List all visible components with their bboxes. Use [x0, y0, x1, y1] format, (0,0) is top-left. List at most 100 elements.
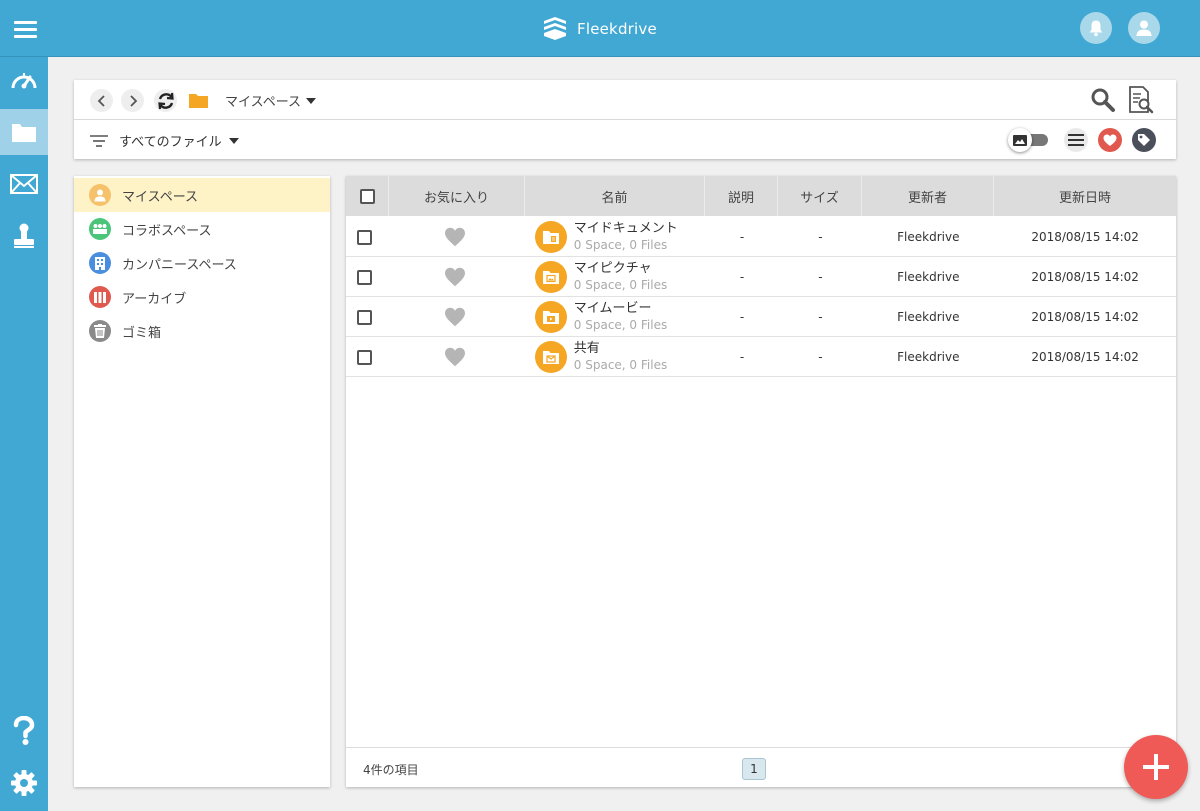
updater-cell: Fleekdrive	[897, 270, 960, 284]
notification-button[interactable]	[1080, 12, 1112, 44]
updated-cell: 2018/08/15 14:02	[1031, 270, 1139, 284]
column-size[interactable]: サイズ	[778, 176, 862, 216]
group-icon	[89, 218, 111, 240]
space-sidebar: マイスペース コラボスペース カンパニースペース アーカイブ ゴミ箱	[74, 176, 330, 787]
filter-dropdown[interactable]: すべてのファイル	[119, 131, 239, 150]
select-all-cell	[346, 176, 389, 216]
mail-icon	[10, 174, 38, 194]
rail-settings[interactable]	[0, 760, 48, 806]
updater-cell: Fleekdrive	[897, 230, 960, 244]
user-icon	[89, 184, 111, 206]
sidebar-item-archive[interactable]: アーカイブ	[74, 280, 330, 314]
column-favorite[interactable]: お気に入り	[389, 176, 525, 216]
bell-icon	[1089, 20, 1103, 37]
caret-down-icon	[306, 97, 317, 104]
file-name[interactable]: マイピクチャ	[574, 261, 667, 277]
row-checkbox-cell	[346, 337, 383, 377]
sidebar-item-myspace[interactable]: マイスペース	[74, 178, 330, 212]
heart-icon[interactable]	[444, 267, 466, 287]
rail-files[interactable]	[0, 109, 48, 155]
toolbar: マイスペース すべてのファイル	[74, 80, 1176, 159]
file-name[interactable]: マイドキュメント	[574, 221, 678, 237]
favorite-cell	[383, 257, 528, 297]
row-checkbox[interactable]	[356, 269, 372, 285]
heart-icon[interactable]	[444, 227, 466, 247]
filter-icon	[90, 135, 108, 147]
file-meta: 0 Space, 0 Files	[573, 238, 668, 252]
trash-icon	[89, 320, 111, 342]
heart-icon	[1103, 134, 1117, 146]
sidebar-item-trash[interactable]: ゴミ箱	[74, 314, 330, 348]
forward-button[interactable]	[121, 89, 144, 112]
rail-stamp[interactable]	[0, 213, 48, 259]
row-checkbox[interactable]	[356, 229, 372, 245]
row-checkbox-cell	[346, 257, 383, 297]
picture-folder-icon[interactable]	[534, 261, 567, 293]
table-row[interactable]: マイピクチャ 0 Space, 0 Files - - Fleekdrive 2…	[346, 257, 1176, 297]
breadcrumb-current[interactable]: マイスペース	[225, 91, 317, 110]
table-footer: 4件の項目 1	[346, 747, 1176, 787]
building-icon	[89, 252, 111, 274]
table-row[interactable]: 共有 0 Space, 0 Files - - Fleekdrive 2018/…	[346, 337, 1176, 377]
select-all-checkbox[interactable]	[359, 188, 375, 204]
back-button[interactable]	[90, 89, 113, 112]
user-menu-button[interactable]	[1128, 12, 1160, 44]
list-view-button[interactable]	[1064, 128, 1088, 152]
row-checkbox-cell	[346, 297, 383, 337]
column-description[interactable]: 説明	[705, 176, 778, 216]
image-icon	[1013, 134, 1027, 146]
heart-icon[interactable]	[444, 307, 466, 327]
row-checkbox[interactable]	[356, 309, 372, 325]
column-name[interactable]: 名前	[525, 176, 705, 216]
movie-folder-icon[interactable]	[534, 301, 567, 333]
size-cell: -	[818, 230, 823, 244]
document-search-icon[interactable]	[1128, 86, 1154, 114]
updated-cell: 2018/08/15 14:02	[1031, 350, 1139, 364]
file-name[interactable]: 共有	[574, 341, 667, 357]
row-checkbox-cell	[346, 217, 383, 257]
heart-icon[interactable]	[444, 347, 466, 367]
name-cell: マイドキュメント 0 Space, 0 Files	[528, 217, 706, 257]
shared-folder-icon[interactable]	[534, 341, 567, 373]
description-cell: -	[739, 310, 745, 324]
file-meta: 0 Space, 0 Files	[573, 318, 668, 332]
updated-cell: 2018/08/15 14:02	[1031, 310, 1139, 324]
sidebar-item-collab[interactable]: コラボスペース	[74, 212, 330, 246]
favorite-filter-button[interactable]	[1098, 128, 1122, 152]
thumbnail-toggle[interactable]	[1008, 128, 1052, 152]
refresh-button[interactable]	[154, 89, 177, 112]
user-icon	[1136, 20, 1152, 36]
table-row[interactable]: マイドキュメント 0 Space, 0 Files - - Fleekdrive…	[346, 217, 1176, 257]
refresh-icon	[157, 92, 174, 109]
sidebar-item-company[interactable]: カンパニースペース	[74, 246, 330, 280]
document-folder-icon[interactable]	[534, 221, 567, 253]
rail-help[interactable]	[0, 708, 48, 754]
updated-cell: 2018/08/15 14:02	[1031, 230, 1139, 244]
folder-icon	[189, 94, 208, 108]
chevron-left-icon	[97, 94, 105, 107]
tag-filter-button[interactable]	[1132, 128, 1156, 152]
table-header: お気に入り 名前 説明 サイズ 更新者 更新日時	[346, 176, 1176, 216]
column-updated[interactable]: 更新日時	[994, 176, 1176, 216]
page-button[interactable]: 1	[742, 758, 766, 780]
name-cell: マイピクチャ 0 Space, 0 Files	[528, 257, 706, 297]
file-name[interactable]: マイムービー	[574, 301, 667, 317]
rail-mail[interactable]	[0, 161, 48, 207]
tag-icon	[1138, 134, 1150, 146]
archive-icon	[89, 286, 111, 308]
sidebar-item-label: ゴミ箱	[122, 325, 162, 341]
file-table: お気に入り 名前 説明 サイズ 更新者 更新日時 マイドキュメント 0 Spac…	[346, 176, 1176, 787]
menu-icon[interactable]	[14, 21, 37, 38]
add-button[interactable]	[1124, 735, 1188, 799]
brand: Fleekdrive	[541, 14, 657, 44]
table-row[interactable]: マイムービー 0 Space, 0 Files - - Fleekdrive 2…	[346, 297, 1176, 337]
search-icon[interactable]	[1090, 87, 1116, 113]
chevron-right-icon	[129, 94, 137, 107]
name-cell: 共有 0 Space, 0 Files	[528, 337, 706, 377]
description-cell: -	[739, 270, 745, 284]
rail-dashboard[interactable]	[0, 57, 48, 103]
column-updater[interactable]: 更新者	[862, 176, 994, 216]
caret-down-icon	[228, 137, 239, 144]
app-name: Fleekdrive	[577, 20, 657, 38]
row-checkbox[interactable]	[356, 349, 372, 365]
